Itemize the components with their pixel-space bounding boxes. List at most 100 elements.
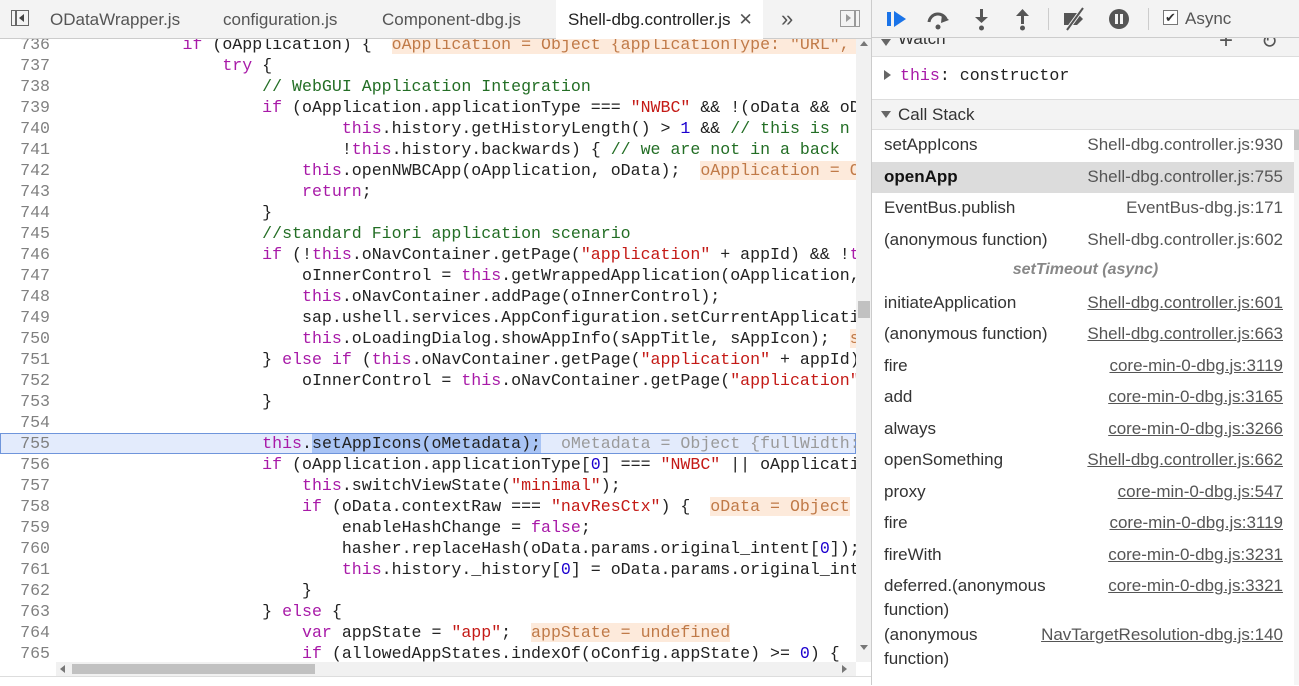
call-frame[interactable]: openApp Shell-dbg.controller.js:755 (872, 161, 1299, 193)
step-over-icon[interactable] (924, 6, 952, 32)
async-call-frame[interactable]: deferred.(anonymous function) core-min-0-d… (872, 571, 1299, 620)
sidebar-scrollbar[interactable] (1294, 130, 1299, 685)
code-line[interactable]: 749 sap.ushell.services.AppConfiguration… (0, 307, 856, 328)
tab-configuration[interactable]: configuration.js (223, 0, 337, 38)
code-line[interactable]: 745 //standard Fiori application scenari… (0, 223, 856, 244)
line-number[interactable]: 759 (0, 517, 50, 538)
deactivate-breakpoints-icon[interactable] (1061, 6, 1089, 32)
line-number[interactable]: 741 (0, 139, 50, 160)
code-line[interactable]: 743 return; (0, 181, 856, 202)
line-number[interactable]: 739 (0, 97, 50, 118)
line-number[interactable]: 757 (0, 475, 50, 496)
line-number[interactable]: 751 (0, 349, 50, 370)
async-call-frame[interactable]: openSomething Shell-dbg.controller.js:662 (872, 445, 1299, 477)
line-number[interactable]: 764 (0, 622, 50, 643)
call-frame[interactable]: (anonymous function) Shell-dbg.controller… (872, 225, 1299, 257)
line-number[interactable]: 747 (0, 265, 50, 286)
async-call-frame[interactable]: fire core-min-0-dbg.js:3119 (872, 351, 1299, 383)
scrollbar-thumb[interactable] (72, 664, 315, 674)
code-line[interactable]: 765 if (allowedAppStates.indexOf(oConfig… (0, 643, 856, 662)
code-line[interactable]: 748 this.oNavContainer.addPage(oInnerCon… (0, 286, 856, 307)
more-tabs-icon[interactable]: » (781, 6, 793, 32)
code-line[interactable]: 752 oInnerControl = this.oNavContainer.g… (0, 370, 856, 391)
frame-location-link[interactable]: core-min-0-dbg.js:3266 (1108, 419, 1283, 439)
frame-location-link[interactable]: core-min-0-dbg.js:3231 (1108, 545, 1283, 565)
code-line[interactable]: 751 } else if (this.oNavContainer.getPag… (0, 349, 856, 370)
line-number[interactable]: 746 (0, 244, 50, 265)
line-number[interactable]: 749 (0, 307, 50, 328)
frame-location-link[interactable]: core-min-0-dbg.js:3119 (1109, 513, 1283, 533)
code-line[interactable]: 753 } (0, 391, 856, 412)
code-line[interactable]: 759 enableHashChange = false; (0, 517, 856, 538)
line-number[interactable]: 748 (0, 286, 50, 307)
code-line[interactable]: 742 this.openNWBCApp(oApplication, oData… (0, 160, 856, 181)
frame-location-link[interactable]: core-min-0-dbg.js:3321 (1108, 576, 1283, 596)
scroll-left-icon[interactable] (60, 665, 65, 673)
scroll-right-icon[interactable] (842, 665, 847, 673)
async-call-frame[interactable]: (anonymous function) Shell-dbg.controller… (872, 319, 1299, 351)
line-number[interactable]: 755 (0, 433, 50, 454)
line-number[interactable]: 745 (0, 223, 50, 244)
call-frame[interactable]: EventBus.publish EventBus-dbg.js:171 (872, 193, 1299, 225)
async-call-frame[interactable]: initiateApplication Shell-dbg.controller.… (872, 288, 1299, 320)
line-number[interactable]: 760 (0, 538, 50, 559)
async-call-frame[interactable]: proxy core-min-0-dbg.js:547 (872, 477, 1299, 509)
call-frame[interactable]: setAppIcons Shell-dbg.controller.js:930 (872, 130, 1299, 162)
line-number[interactable]: 754 (0, 412, 50, 433)
code-line[interactable]: 756 if (oApplication.applicationType[0] … (0, 454, 856, 475)
line-number[interactable]: 742 (0, 160, 50, 181)
scrollbar-thumb[interactable] (858, 301, 870, 318)
async-call-frame[interactable]: (anonymous function) NavTargetResolution-d… (872, 620, 1299, 669)
code-line[interactable]: 747 oInnerControl = this.getWrappedAppli… (0, 265, 856, 286)
line-number[interactable]: 753 (0, 391, 50, 412)
expand-triangle-icon[interactable] (884, 70, 891, 80)
async-checkbox[interactable]: ✔ (1163, 10, 1178, 25)
code-line[interactable]: 761 this.history._history[0] = oData.par… (0, 559, 856, 580)
async-call-frame[interactable]: add core-min-0-dbg.js:3165 (872, 382, 1299, 414)
code-line[interactable]: 757 this.switchViewState("minimal"); (0, 475, 856, 496)
resume-icon[interactable] (884, 6, 912, 32)
code-line[interactable]: 746 if (!this.oNavContainer.getPage("app… (0, 244, 856, 265)
code-line[interactable]: 737 try { (0, 55, 856, 76)
editor-horizontal-scrollbar[interactable] (56, 662, 856, 676)
code-line[interactable]: 741 !this.history.backwards) { // we are… (0, 139, 856, 160)
editor-vertical-scrollbar[interactable] (856, 39, 872, 662)
code-line[interactable]: 760 hasher.replaceHash(oData.params.orig… (0, 538, 856, 559)
frame-location-link[interactable]: Shell-dbg.controller.js:662 (1087, 450, 1283, 470)
code-line[interactable]: 754 (0, 412, 856, 433)
tab-component-dbg[interactable]: Component-dbg.js (382, 0, 521, 38)
line-number[interactable]: 736 (0, 39, 50, 55)
async-call-frame[interactable]: always core-min-0-dbg.js:3266 (872, 414, 1299, 446)
line-number[interactable]: 763 (0, 601, 50, 622)
pause-on-exceptions-icon[interactable] (1105, 6, 1133, 32)
line-number[interactable]: 761 (0, 559, 50, 580)
add-watch-icon[interactable]: + (1219, 38, 1233, 55)
scrollbar-thumb[interactable] (1294, 130, 1299, 150)
async-call-frame[interactable]: fire core-min-0-dbg.js:3119 (872, 508, 1299, 540)
frame-location-link[interactable]: core-min-0-dbg.js:3165 (1108, 387, 1283, 407)
scroll-up-icon[interactable] (860, 41, 868, 46)
line-number[interactable]: 744 (0, 202, 50, 223)
code-line[interactable]: 736 if (oApplication) { oApplication = O… (0, 39, 856, 55)
frame-location-link[interactable]: core-min-0-dbg.js:547 (1118, 482, 1283, 502)
code-line[interactable]: 750 this.oLoadingDialog.showAppInfo(sApp… (0, 328, 856, 349)
tab-shell-dbg-controller[interactable]: Shell-dbg.controller.js ✕ (556, 0, 763, 39)
code-line[interactable]: 738 // WebGUI Application Integration (0, 76, 856, 97)
line-number[interactable]: 762 (0, 580, 50, 601)
step-into-icon[interactable] (968, 6, 996, 32)
code-line[interactable]: 764 var appState = "app"; appState = und… (0, 622, 856, 643)
code-line[interactable]: 762 } (0, 580, 856, 601)
code-editor[interactable]: 736 if (oApplication) { oApplication = O… (0, 39, 856, 662)
scroll-down-icon[interactable] (860, 645, 868, 650)
toggle-navigator-icon[interactable] (9, 9, 33, 29)
line-number[interactable]: 765 (0, 643, 50, 662)
frame-location-link[interactable]: NavTargetResolution-dbg.js:140 (1041, 625, 1283, 645)
line-number[interactable]: 756 (0, 454, 50, 475)
close-icon[interactable]: ✕ (739, 10, 753, 29)
watch-expression[interactable]: this: constructor (872, 57, 1299, 100)
line-number[interactable]: 737 (0, 55, 50, 76)
watch-section-header[interactable]: Watch + ↻ (872, 38, 1299, 57)
frame-location-link[interactable]: core-min-0-dbg.js:3119 (1109, 356, 1283, 376)
step-out-icon[interactable] (1009, 6, 1037, 32)
line-number[interactable]: 752 (0, 370, 50, 391)
